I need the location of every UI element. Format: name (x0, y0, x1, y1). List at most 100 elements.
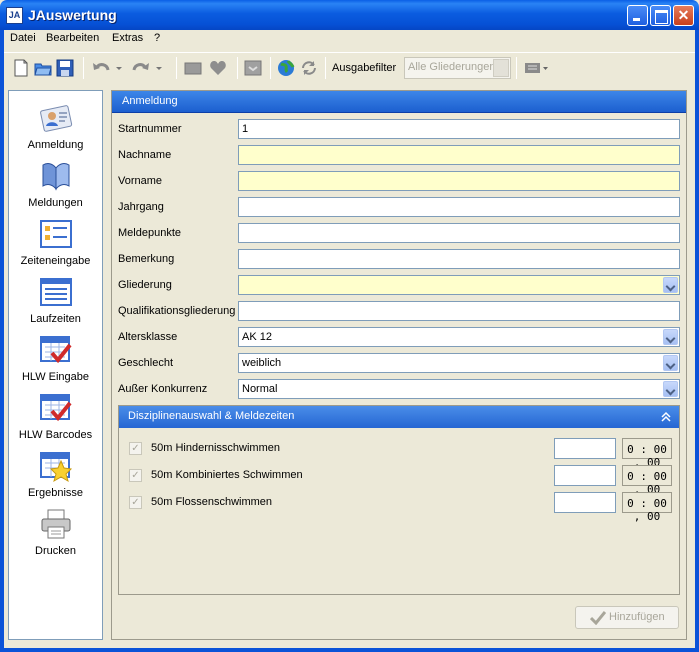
meldezeit-input[interactable] (554, 465, 616, 486)
geschlecht-value: weiblich (242, 357, 282, 369)
vorname-field[interactable] (238, 171, 680, 191)
collapse-icon[interactable] (661, 411, 671, 423)
inbox-icon[interactable] (244, 59, 262, 77)
sidebar-item-anmeldung[interactable]: Anmeldung (9, 101, 102, 157)
sidebar-item-ergebnisse[interactable]: Ergebnisse (9, 449, 102, 505)
window-frame-left (0, 30, 4, 652)
options-menu-icon[interactable] (524, 59, 550, 77)
maximize-button[interactable] (650, 5, 671, 26)
registration-card-icon (40, 105, 73, 132)
globe-icon[interactable] (277, 59, 295, 77)
meldezeit-input[interactable] (554, 492, 616, 513)
form-list-icon (40, 220, 72, 248)
chevron-down-icon[interactable] (493, 59, 509, 77)
window-title: JAuswertung (28, 7, 117, 23)
heart-icon[interactable] (209, 59, 227, 77)
toolbar-separator (237, 57, 238, 79)
geschlecht-select[interactable]: weiblich (238, 353, 680, 373)
disziplinen-header[interactable]: Disziplinenauswahl & Meldezeiten (119, 406, 679, 428)
meldezeit-input[interactable] (554, 438, 616, 459)
field-label: Nachname (118, 149, 172, 161)
undo-icon[interactable] (92, 59, 110, 77)
menu-extras[interactable]: Extras (112, 32, 143, 44)
menu-datei[interactable]: Datei (10, 32, 36, 44)
refresh-icon[interactable] (300, 59, 318, 77)
window-frame-right (695, 30, 699, 652)
discipline-label: 50m Hindernisschwimmen (151, 442, 280, 454)
toolbar: Ausgabefilter Alle Gliederungen (4, 52, 695, 82)
gliederung-select[interactable] (238, 275, 680, 295)
sidebar-item-zeiteneingabe[interactable]: Zeiteneingabe (9, 217, 102, 273)
sidebar-item-label: Meldungen (28, 197, 83, 209)
sidebar-item-hlw-eingabe[interactable]: HLW Eingabe (9, 333, 102, 389)
new-file-icon[interactable] (12, 59, 30, 77)
sidebar-item-label: HLW Barcodes (18, 429, 93, 441)
sidebar-item-label: Laufzeiten (30, 313, 81, 325)
sidebar-item-hlw-barcodes[interactable]: HLW Barcodes (9, 391, 102, 447)
field-label: Altersklasse (118, 331, 178, 343)
anmeldung-panel: Anmeldung Startnummer 1 Nachname Vorname… (111, 90, 687, 640)
ausser-konkurrenz-select[interactable]: Normal (238, 379, 680, 399)
discipline-row: ✓ 50m Flossenschwimmen 0 : 00 , 00 (119, 492, 679, 523)
discipline-checkbox[interactable]: ✓ (129, 469, 142, 482)
qualifikationsgliederung-field[interactable] (238, 301, 680, 321)
ausser-konkurrenz-value: Normal (242, 383, 278, 395)
field-label: Jahrgang (118, 201, 164, 213)
ausgabefilter-label: Ausgabefilter (332, 62, 397, 74)
menu-bar: Datei Bearbeiten Extras ? (4, 30, 695, 48)
sidebar-item-laufzeiten[interactable]: Laufzeiten (9, 275, 102, 331)
save-icon[interactable] (56, 59, 74, 77)
close-button[interactable]: ✕ (673, 5, 694, 26)
chevron-down-icon[interactable] (663, 381, 678, 397)
sidebar-item-label: Drucken (35, 545, 76, 557)
redo-icon[interactable] (132, 59, 150, 77)
card-icon[interactable] (184, 59, 202, 77)
discipline-label: 50m Kombiniertes Schwimmen (151, 469, 303, 481)
field-label: Gliederung (118, 279, 172, 291)
toolbar-separator (270, 57, 271, 79)
bemerkung-field[interactable] (238, 249, 680, 269)
menu-help[interactable]: ? (154, 32, 160, 44)
open-folder-icon[interactable] (34, 59, 52, 77)
close-icon: ✕ (677, 7, 690, 23)
table-list-icon (40, 278, 72, 306)
meldezeit-display: 0 : 00 , 00 (622, 465, 672, 496)
menu-bearbeiten[interactable]: Bearbeiten (46, 32, 99, 44)
hinzufuegen-label: Hinzufügen (609, 611, 665, 623)
field-label: Startnummer (118, 123, 182, 135)
chevron-down-icon[interactable] (663, 277, 678, 293)
hinzufuegen-button[interactable]: Hinzufügen (575, 606, 679, 629)
minimize-button[interactable] (627, 5, 648, 26)
meldezeit-display: 0 : 00 , 00 (622, 438, 672, 469)
altersklasse-value: AK 12 (242, 331, 272, 343)
sidebar-item-meldungen[interactable]: Meldungen (9, 159, 102, 215)
field-label: Qualifikationsgliederung (118, 305, 236, 317)
startnummer-field[interactable]: 1 (238, 119, 680, 139)
chevron-down-icon[interactable] (663, 355, 678, 371)
chevron-down-icon[interactable] (663, 329, 678, 345)
sidebar-item-label: Zeiteneingabe (20, 255, 91, 267)
field-label: Vorname (118, 175, 163, 187)
ausgabefilter-select[interactable]: Alle Gliederungen (404, 57, 511, 79)
calendar-check-icon (40, 394, 72, 422)
field-label: Bemerkung (118, 253, 175, 265)
calendar-check-icon (40, 336, 72, 364)
discipline-checkbox[interactable]: ✓ (129, 496, 142, 509)
redo-dropdown-icon[interactable] (154, 59, 164, 77)
undo-dropdown-icon[interactable] (114, 59, 124, 77)
calendar-star-icon (40, 452, 73, 483)
discipline-checkbox[interactable]: ✓ (129, 442, 142, 455)
title-bar[interactable]: JA JAuswertung ✕ (0, 0, 699, 30)
jahrgang-field[interactable] (238, 197, 680, 217)
nachname-field[interactable] (238, 145, 680, 165)
sidebar-item-label: Ergebnisse (27, 487, 84, 499)
toolbar-separator (83, 57, 84, 79)
sidebar-item-drucken[interactable]: Drucken (9, 507, 102, 563)
sidebar-item-label: Anmeldung (27, 139, 84, 151)
field-label: Außer Konkurrenz (118, 383, 208, 395)
meldepunkte-field[interactable] (238, 223, 680, 243)
disziplinen-panel: Disziplinenauswahl & Meldezeiten ✓ 50m H… (118, 405, 680, 595)
toolbar-separator (176, 57, 177, 79)
altersklasse-select[interactable]: AK 12 (238, 327, 680, 347)
book-icon (42, 163, 70, 191)
